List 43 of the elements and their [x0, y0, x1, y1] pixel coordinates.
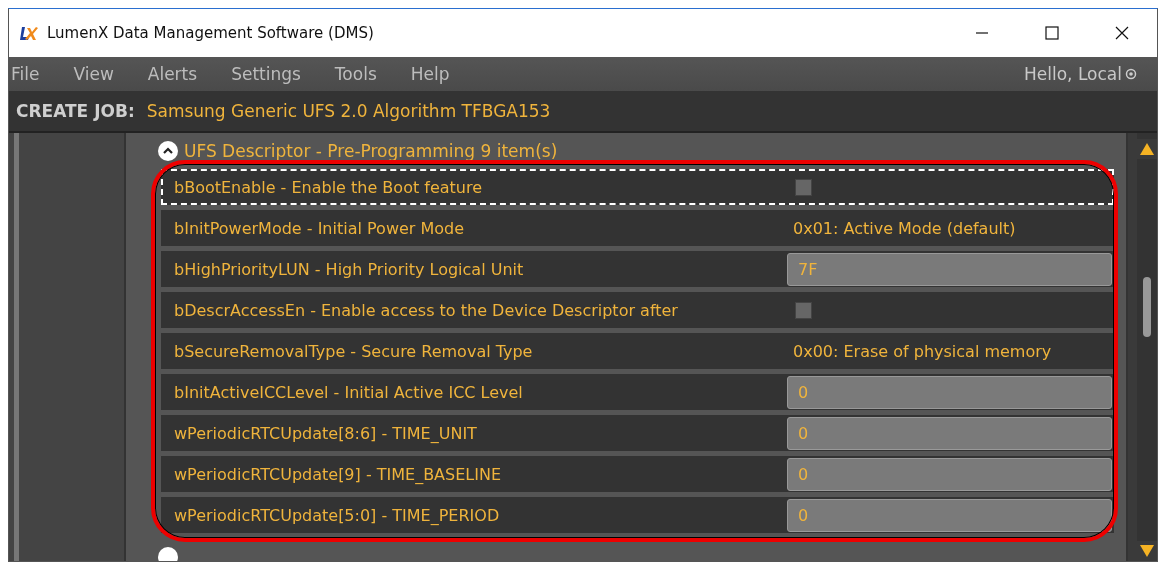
setting-label: bSecureRemovalType - Secure Removal Type: [173, 341, 534, 361]
scroll-down-icon[interactable]: [1137, 541, 1157, 561]
setting-row[interactable]: bDescrAccessEn - Enable access to the Device Descriptor after: [161, 292, 1114, 328]
setting-row[interactable]: wPeriodicRTCUpdate[9] - TIME_BASELINE 0: [161, 456, 1114, 492]
setting-row[interactable]: bInitActiveICCLevel - Initial Active ICC Level 0: [161, 374, 1114, 410]
scroll-up-icon[interactable]: [1137, 139, 1157, 159]
job-label: CREATE JOB:: [16, 101, 135, 121]
menu-item[interactable]: File: [11, 64, 40, 84]
setting-value[interactable]: 0x00: Erase of physical memory: [793, 341, 1052, 361]
setting-row[interactable]: bInitPowerMode - Initial Power Mode 0x01: Active Mode (default): [161, 210, 1114, 246]
settings-icon[interactable]: [1125, 68, 1137, 80]
job-name: Samsung Generic UFS 2.0 Algorithm TFBGA153: [146, 101, 551, 121]
setting-label: bInitPowerMode - Initial Power Mode: [173, 218, 466, 238]
setting-row[interactable]: bBootEnable - Enable the Boot feature: [161, 169, 1114, 205]
menu-item[interactable]: Settings: [231, 64, 301, 84]
setting-row[interactable]: bSecureRemovalType - Secure Removal Type 0x00: Erase of physical memory: [161, 333, 1114, 369]
menu-item[interactable]: Tools: [334, 64, 377, 84]
menu-item[interactable]: Alerts: [147, 64, 198, 84]
maximize-icon: [1045, 26, 1059, 40]
close-icon: [1115, 26, 1129, 40]
scrollbar-thumb[interactable]: [1143, 277, 1151, 337]
setting-row[interactable]: wPeriodicRTCUpdate[5:0] - TIME_PERIOD 0: [161, 497, 1114, 533]
collapse-icon[interactable]: [158, 141, 178, 161]
app-logo-icon: [19, 25, 39, 41]
setting-value[interactable]: 0x01: Active Mode (default): [793, 218, 1016, 238]
checkbox[interactable]: [795, 178, 812, 196]
setting-label: wPeriodicRTCUpdate[5:0] - TIME_PERIOD: [173, 505, 501, 525]
setting-label: wPeriodicRTCUpdate[9] - TIME_BASELINE: [173, 464, 503, 484]
user-greeting[interactable]: Hello, Local: [1024, 64, 1122, 84]
setting-label: bBootEnable - Enable the Boot feature: [173, 177, 484, 197]
section-title: UFS Descriptor - Pre-Programming 9 item(s): [184, 141, 558, 161]
setting-label: bInitActiveICCLevel - Initial Active ICC Level: [173, 382, 524, 402]
checkbox[interactable]: [795, 301, 812, 319]
scrollbar[interactable]: [1137, 133, 1157, 561]
setting-label: bHighPriorityLUN - High Priority Logical Unit: [173, 259, 525, 279]
setting-row[interactable]: wPeriodicRTCUpdate[8:6] - TIME_UNIT 0: [161, 415, 1114, 451]
setting-label: wPeriodicRTCUpdate[8:6] - TIME_UNIT: [173, 423, 478, 443]
expand-icon[interactable]: [158, 547, 178, 561]
setting-label: bDescrAccessEn - Enable access to the Device Descriptor after: [173, 300, 679, 320]
menu-item[interactable]: Help: [410, 64, 450, 84]
menu-item[interactable]: View: [73, 64, 114, 84]
window-title: LumenX Data Management Software (DMS): [47, 24, 374, 42]
setting-row[interactable]: bHighPriorityLUN - High Priority Logical Unit 7F: [161, 251, 1114, 287]
